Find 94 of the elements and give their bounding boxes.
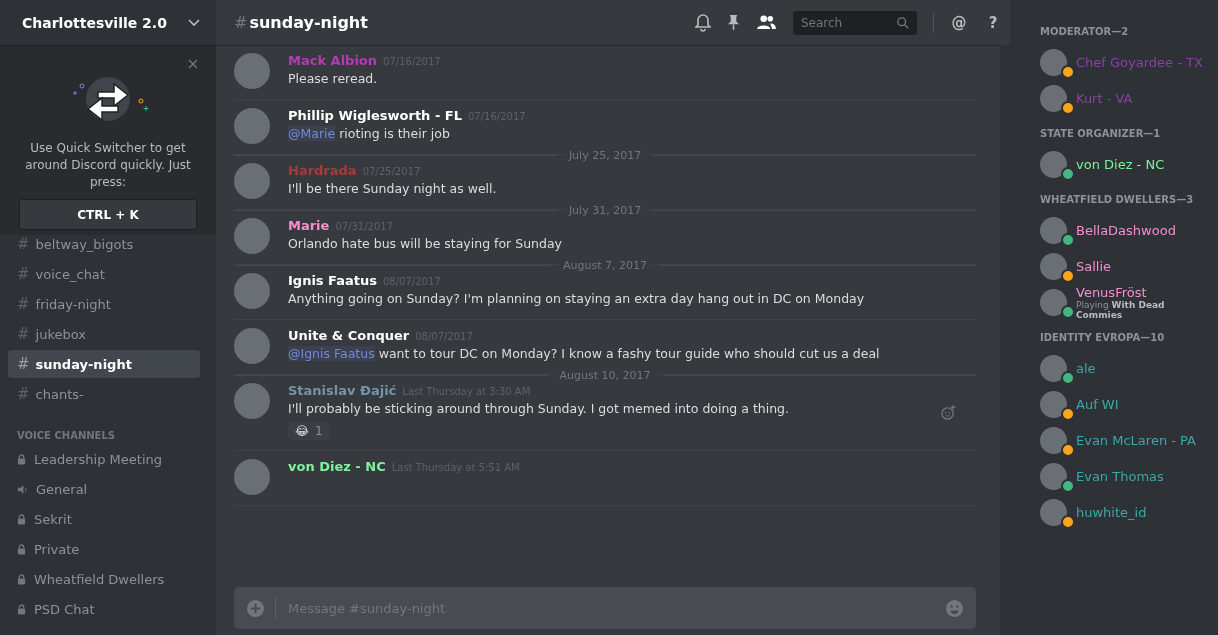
plus-icon[interactable]: [246, 598, 265, 618]
lock-icon: [17, 573, 26, 585]
avatar: [1040, 48, 1067, 76]
voice-channel-item[interactable]: Private: [8, 535, 200, 563]
reaction-chip[interactable]: 😂 1: [288, 422, 330, 440]
message-text: @Marie rioting is their job: [288, 126, 451, 141]
member-name[interactable]: von Diez - NC: [1076, 156, 1165, 172]
voice-channel-item[interactable]: PSD Chat: [8, 595, 200, 623]
toolbar-glyph[interactable]: ?: [984, 13, 1002, 32]
author-name[interactable]: Unite & Conquer: [288, 328, 410, 343]
activity-text: Playing With Dead Commies: [1076, 299, 1166, 320]
avatar: [1040, 462, 1067, 490]
toolbar-glyph[interactable]: @: [950, 13, 968, 32]
avatar[interactable]: [234, 108, 270, 144]
channel-title: #sunday-night: [234, 13, 368, 32]
member-name[interactable]: BellaDashwood: [1076, 222, 1176, 238]
search-input[interactable]: Search: [799, 14, 897, 31]
member-item[interactable]: ale: [1030, 350, 1210, 386]
lock-icon: [17, 453, 26, 465]
member-item[interactable]: Evan Thomas: [1030, 458, 1210, 494]
search-icon: [897, 16, 909, 29]
chevron-down-icon[interactable]: [188, 18, 200, 27]
member-name[interactable]: huwhite_id: [1076, 504, 1147, 520]
avatar[interactable]: [234, 53, 270, 89]
pin-icon[interactable]: [727, 14, 740, 31]
lock-icon: [17, 513, 26, 525]
section-heading: VOICE CHANNELS: [17, 430, 117, 441]
avatar: [1040, 150, 1067, 178]
voice-channel-item[interactable]: Sekrit: [8, 505, 200, 533]
author-name[interactable]: Ignis Faatus: [288, 273, 377, 288]
voice-channel-item[interactable]: General: [8, 475, 200, 503]
message-text: I'll probably be sticking around through Sunday. I got memed into doing a thing.: [288, 401, 790, 416]
channel-item[interactable]: # sunday-night: [8, 350, 200, 378]
member-item[interactable]: von Diez - NC: [1030, 146, 1210, 182]
avatar: [1040, 252, 1067, 280]
quick-switcher-hint: Use Quick Switcher to get around Discord quickly. Just press:: [24, 140, 192, 191]
voice-channel-item[interactable]: Leadership Meeting: [8, 445, 200, 473]
avatar: [1040, 288, 1067, 316]
avatar[interactable]: [234, 218, 270, 254]
channel-item[interactable]: # chants-: [8, 380, 200, 408]
member-item[interactable]: BellaDashwood: [1030, 212, 1210, 248]
author-name[interactable]: Marie: [288, 218, 330, 233]
member-name[interactable]: ale: [1076, 360, 1096, 376]
member-item[interactable]: Evan McLaren - PA: [1030, 422, 1210, 458]
member-group-heading: STATE ORGANIZER—1: [1040, 128, 1162, 140]
author-name[interactable]: Mack Albion: [288, 53, 378, 68]
avatar: [1040, 390, 1067, 418]
member-name[interactable]: Auf WI: [1076, 396, 1119, 412]
message-text: Anything going on Sunday? I'm planning on staying an extra day hang out in DC on Monday: [288, 291, 865, 306]
member-name[interactable]: Sallie: [1076, 258, 1112, 274]
search-field[interactable]: Search: [793, 10, 917, 35]
close-icon[interactable]: [188, 59, 198, 69]
add-reaction-icon[interactable]: [941, 405, 956, 420]
message-text: @Ignis Faatus want to tour DC on Monday? I know a fashy tour guide who should cut us a deal: [288, 346, 880, 361]
author-name[interactable]: Stanislav Đajić: [288, 383, 397, 398]
avatar[interactable]: [234, 328, 270, 364]
lock-icon: [17, 543, 26, 555]
speaker-icon: [17, 483, 28, 495]
message-text: Orlando hate bus will be staying for Sunday: [288, 236, 562, 251]
avatar[interactable]: [234, 273, 270, 309]
member-name[interactable]: VenusFröst: [1076, 284, 1210, 300]
member-item[interactable]: huwhite_id: [1030, 494, 1210, 530]
message-text: Please reread.: [288, 71, 379, 86]
members-icon[interactable]: [756, 15, 777, 30]
message-text: I'll be there Sunday night as well.: [288, 181, 497, 196]
author-name[interactable]: Phillip Wiglesworth - FL: [288, 108, 462, 123]
member-group-heading: MODERATOR—2: [1040, 26, 1130, 38]
bell-icon[interactable]: [695, 13, 711, 32]
member-item[interactable]: VenusFröst Playing With Dead Commies: [1030, 284, 1210, 320]
voice-channel-item[interactable]: Wheatfield Dwellers: [8, 565, 200, 593]
channel-item[interactable]: # friday-night: [8, 290, 200, 318]
shortcut-button[interactable]: CTRL + K: [19, 199, 197, 230]
author-name[interactable]: von Diez - NC: [288, 459, 386, 474]
member-name[interactable]: Evan Thomas: [1076, 468, 1164, 484]
channel-item[interactable]: # voice_chat: [8, 260, 200, 288]
avatar[interactable]: [234, 163, 270, 199]
avatar[interactable]: [234, 383, 270, 419]
member-name[interactable]: Evan McLaren - PA: [1076, 432, 1196, 448]
avatar: [1040, 498, 1067, 526]
channel-item[interactable]: # jukebox: [8, 320, 200, 348]
member-group-heading: IDENTITY EVROPA—10: [1040, 332, 1166, 344]
avatar: [1040, 426, 1067, 454]
member-item[interactable]: Auf WI: [1030, 386, 1210, 422]
avatar: [1040, 84, 1067, 112]
avatar: [1040, 354, 1067, 382]
lock-icon: [17, 603, 26, 615]
mention-link[interactable]: @Ignis Faatus: [288, 346, 375, 361]
member-group-heading: WHEATFIELD DWELLERS—3: [1040, 194, 1195, 206]
mention-link[interactable]: @Marie: [288, 126, 336, 141]
avatar[interactable]: [234, 459, 270, 495]
server-name[interactable]: Charlottesville 2.0: [22, 14, 167, 31]
emoji-icon[interactable]: [945, 598, 964, 618]
avatar: [1040, 216, 1067, 244]
member-item[interactable]: Sallie: [1030, 248, 1210, 284]
